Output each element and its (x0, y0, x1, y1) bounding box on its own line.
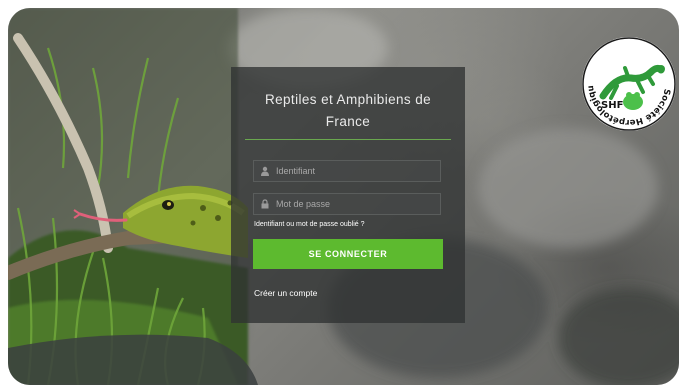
password-input[interactable] (276, 199, 440, 209)
username-input[interactable] (276, 166, 440, 176)
shf-logo: Société Herpétologique de France SHF (581, 36, 676, 131)
login-title: Reptiles et Amphibiens de France (264, 92, 432, 129)
title-divider (245, 139, 451, 140)
create-account-link[interactable]: Créer un compte (254, 288, 317, 298)
background-photo: Reptiles et Amphibiens de France Identif… (8, 8, 679, 385)
lock-icon (258, 197, 272, 211)
login-button[interactable]: SE CONNECTER (253, 239, 443, 269)
forgot-credentials-link[interactable]: Identifiant ou mot de passe oublié ? (254, 221, 365, 228)
user-icon (258, 164, 272, 178)
username-field[interactable] (253, 160, 441, 182)
password-field[interactable] (253, 193, 441, 215)
logo-abbr: SHF (601, 100, 623, 111)
login-panel: Reptiles et Amphibiens de France Identif… (231, 67, 465, 323)
